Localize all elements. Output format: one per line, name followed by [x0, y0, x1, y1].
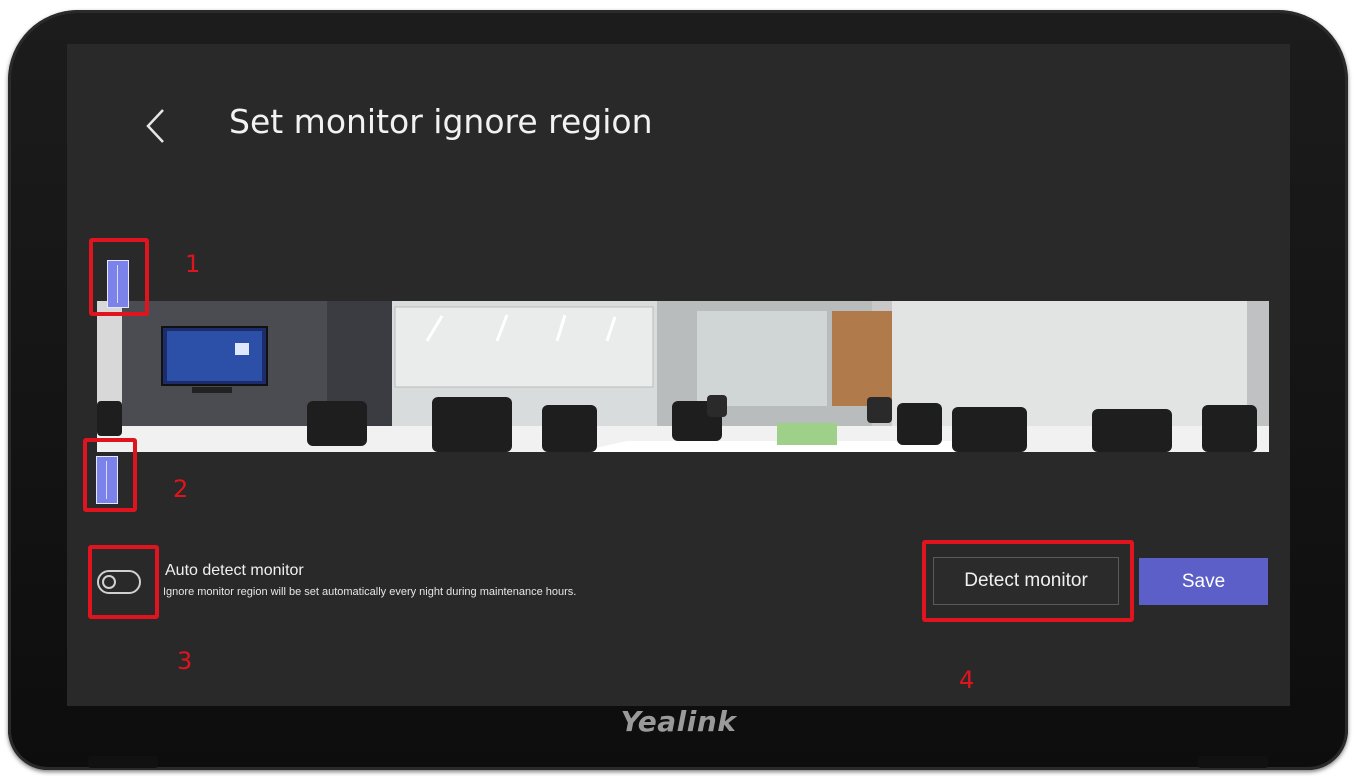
- brand-logo: Yealink: [620, 705, 737, 738]
- callout-number-4: 4: [959, 666, 975, 694]
- callout-box-3: [88, 545, 159, 619]
- page-title: Set monitor ignore region: [229, 102, 653, 141]
- device-foot-left: [88, 756, 158, 768]
- callout-box-2: [83, 438, 137, 512]
- conference-room-panorama-icon: [97, 301, 1269, 452]
- camera-panorama[interactable]: [97, 301, 1269, 452]
- callout-number-2: 2: [173, 475, 189, 503]
- back-button[interactable]: [137, 106, 177, 146]
- auto-detect-label: Auto detect monitor: [165, 562, 304, 579]
- callout-box-1: [89, 238, 149, 316]
- callout-number-3: 3: [177, 647, 193, 675]
- touch-screen: Set monitor ignore region Auto detect mo…: [67, 44, 1290, 706]
- save-button[interactable]: Save: [1139, 558, 1268, 605]
- callout-box-4: [922, 540, 1134, 622]
- chevron-left-icon: [146, 109, 164, 143]
- auto-detect-description: Ignore monitor region will be set automa…: [163, 586, 577, 598]
- callout-number-1: 1: [185, 250, 201, 278]
- device-foot-right: [1198, 756, 1268, 768]
